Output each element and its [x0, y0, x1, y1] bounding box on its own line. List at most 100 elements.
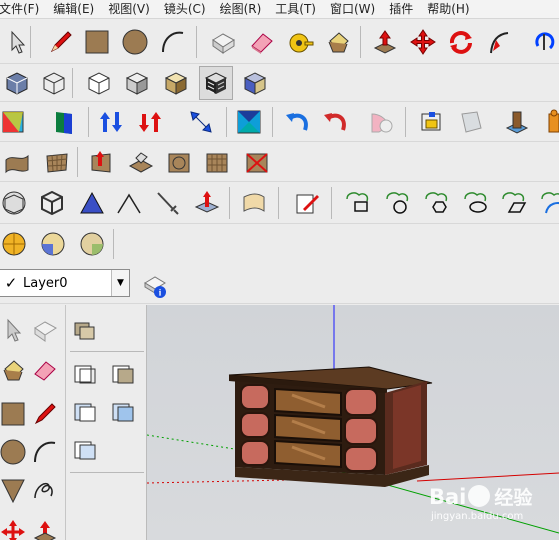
outer-shell-tool[interactable] [0, 186, 31, 220]
sandbox-contours-tool[interactable] [0, 145, 34, 179]
monochrome-style-button[interactable] [238, 66, 272, 100]
wireframe-style-button[interactable] [37, 66, 71, 100]
shaded-cube-icon [125, 72, 149, 95]
shape-to-ellipse[interactable] [458, 186, 492, 220]
union-tool[interactable] [0, 227, 31, 261]
eraser-tool[interactable] [245, 25, 279, 59]
import-button[interactable] [414, 105, 448, 139]
menu-draw[interactable]: 绘图(R) [213, 0, 269, 19]
hidden-line-cube-icon [88, 72, 110, 95]
menu-tools[interactable]: 工具(T) [268, 0, 323, 19]
solid-inspector-tool[interactable] [35, 186, 69, 220]
menu-edit[interactable]: 编辑(E) [46, 0, 101, 19]
extension-button[interactable] [538, 105, 559, 139]
sphere-cube-icon [2, 191, 26, 215]
orbit-tool[interactable] [527, 25, 559, 59]
paint-bucket-tool[interactable] [321, 25, 355, 59]
menu-camera[interactable]: 镜头(C) [157, 0, 213, 19]
palette-rectangle-tool[interactable] [0, 397, 30, 431]
building-icon [505, 111, 529, 134]
position-camera-tool[interactable] [190, 186, 224, 220]
rectangle-tool[interactable] [80, 25, 114, 59]
palette-front-view[interactable] [68, 357, 102, 391]
palette-pushpull-tool[interactable] [28, 515, 62, 540]
palette-right-view[interactable] [106, 395, 140, 429]
menu-window[interactable]: 窗口(W) [323, 0, 382, 19]
shape-to-hexagon[interactable] [419, 186, 453, 220]
palette-line-tool[interactable] [28, 397, 62, 431]
pen-tablet-tool[interactable] [290, 186, 324, 220]
palette-circle-tool[interactable] [0, 435, 30, 469]
select-tool[interactable] [0, 25, 34, 59]
undo-button[interactable] [280, 105, 314, 139]
sandbox-scratch-tool[interactable] [40, 145, 74, 179]
move-tool[interactable] [406, 25, 440, 59]
protractor-tool[interactable] [112, 186, 146, 220]
palette-iso-view[interactable] [68, 395, 102, 429]
intersect-button[interactable] [364, 105, 398, 139]
menu-help[interactable]: 帮助(H) [420, 0, 476, 19]
model-viewport[interactable]: Baidu经验 jingyan.baidu.com [147, 305, 559, 540]
flip-edge-tool[interactable] [240, 145, 274, 179]
subtract-tool[interactable] [36, 227, 70, 261]
redo-button[interactable] [318, 105, 352, 139]
cloud-arc-icon [541, 192, 559, 214]
palette-freehand-tool[interactable] [28, 473, 62, 507]
scale-arrows-button[interactable] [133, 105, 167, 139]
palette-component-tool[interactable] [28, 313, 62, 347]
palette-arc-tool[interactable] [28, 435, 62, 469]
shape-to-arc[interactable] [535, 186, 559, 220]
flip-along-button[interactable] [94, 105, 128, 139]
smoove-tool[interactable] [84, 145, 118, 179]
palette-left-view[interactable] [68, 433, 102, 467]
palette-top-view[interactable] [106, 357, 140, 391]
rotate-tool[interactable] [444, 25, 478, 59]
palette-eraser-tool[interactable] [28, 353, 62, 387]
palette-group-tool[interactable] [68, 313, 102, 347]
shaded-textures-style-button[interactable] [159, 66, 193, 100]
layer-info-icon: i [144, 276, 166, 298]
layer-dropdown[interactable]: ✓ Layer0 ▼ [0, 269, 130, 297]
circle-tool[interactable] [118, 25, 152, 59]
drape-shape-tool[interactable] [237, 186, 271, 220]
line-tool[interactable] [44, 25, 78, 59]
menu-file[interactable]: 文件(F) [0, 0, 46, 19]
trim-tool[interactable] [75, 227, 109, 261]
push-pull-tool[interactable] [368, 25, 402, 59]
dropdown-arrow-icon[interactable]: ▼ [111, 270, 129, 296]
shape-to-circle[interactable] [380, 186, 414, 220]
textured-stripes-style-button[interactable] [199, 66, 233, 100]
triangle-tool[interactable] [75, 186, 109, 220]
layer-manager-button[interactable]: i [138, 268, 172, 302]
add-detail-tool[interactable] [200, 145, 234, 179]
drape-tool[interactable] [162, 145, 196, 179]
arc-tool[interactable] [156, 25, 190, 59]
grid-arrow-icon [194, 191, 220, 213]
warehouse-button[interactable] [500, 105, 534, 139]
follow-me-tool[interactable] [483, 25, 517, 59]
paint-bucket-icon [328, 32, 349, 53]
make-component-tool[interactable] [206, 25, 240, 59]
palette-select-tool[interactable] [0, 313, 30, 347]
shape-to-rectangle[interactable] [340, 186, 374, 220]
stamp-tool[interactable] [124, 145, 158, 179]
undo-curve-icon [286, 113, 308, 131]
menu-plugins[interactable]: 插件 [382, 0, 420, 19]
palette-paint-tool[interactable] [0, 353, 30, 387]
hidden-line-style-button[interactable] [82, 66, 116, 100]
diagonal-move-button[interactable] [184, 105, 218, 139]
xray-style-button[interactable] [0, 66, 34, 100]
section-plane-tool[interactable] [0, 105, 30, 139]
export-button[interactable] [454, 105, 488, 139]
folder-import-icon [421, 112, 441, 131]
palette-polygon-tool[interactable] [0, 473, 30, 507]
cloud-circle-icon [386, 192, 409, 214]
display-section-planes-button[interactable] [47, 105, 81, 139]
hourglass-button[interactable] [232, 105, 266, 139]
menu-view[interactable]: 视图(V) [101, 0, 157, 19]
shape-to-parallelogram[interactable] [496, 186, 530, 220]
tape-measure-tool[interactable] [284, 25, 318, 59]
dimension-tool[interactable] [150, 186, 184, 220]
shaded-style-button[interactable] [120, 66, 154, 100]
palette-move-tool[interactable] [0, 515, 30, 540]
